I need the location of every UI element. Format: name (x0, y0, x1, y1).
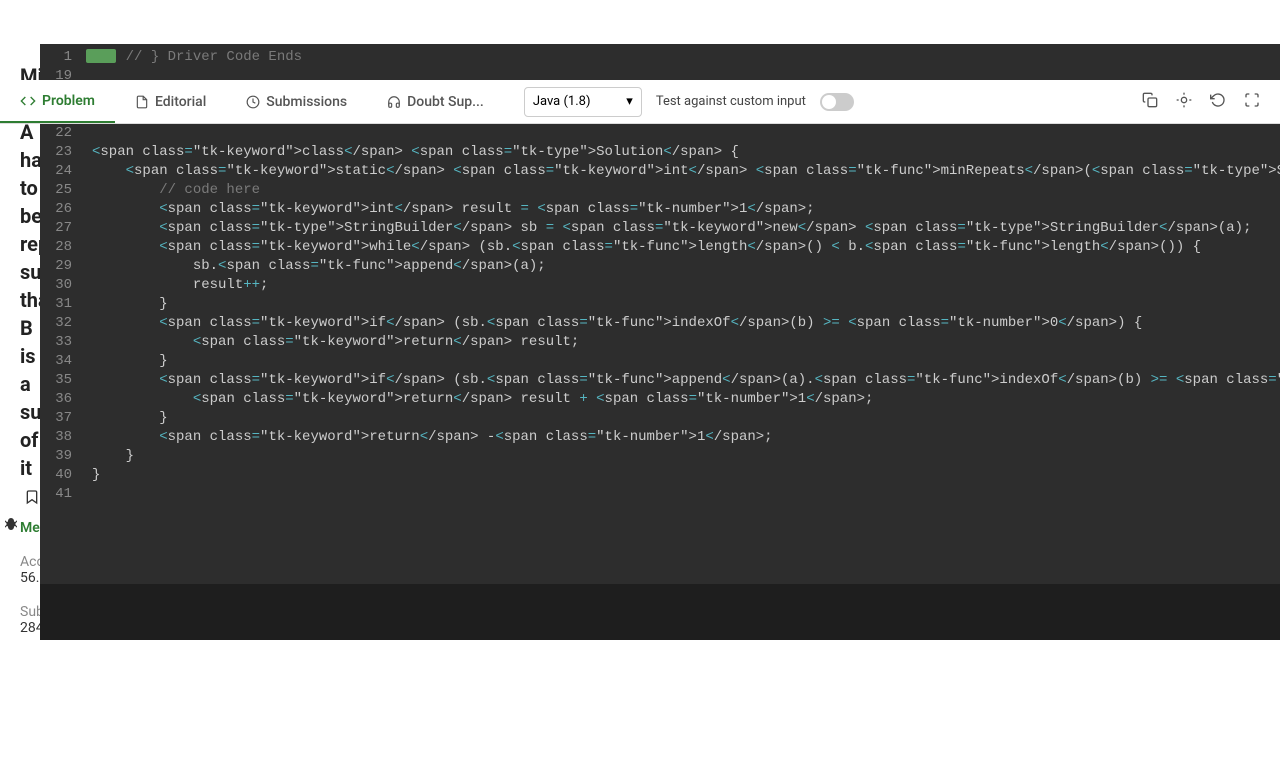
tab-doubt[interactable]: Doubt Sup... (367, 80, 504, 123)
accuracy: Accuracy: 56.85% (20, 554, 40, 586)
problem-title-text: Minimum times A has to be repeated such … (20, 64, 40, 480)
tab-problem[interactable]: Problem (0, 80, 115, 123)
tab-submissions[interactable]: Submissions (226, 80, 367, 123)
code-editor[interactable]: 1192021222324252627282930313233343536373… (40, 44, 1280, 584)
top-bar: Problem Editorial Submissions Doubt Sup.… (0, 80, 1280, 124)
tabs: Problem Editorial Submissions Doubt Sup.… (0, 80, 504, 123)
code-icon (20, 93, 36, 109)
tab-editorial-label: Editorial (155, 94, 206, 110)
tab-doubt-label: Doubt Sup... (407, 94, 484, 110)
editor-controls: Java (1.8) ▾ Test against custom input (524, 87, 1142, 117)
submissions-count: Submissions: 2847 (20, 604, 40, 636)
custom-input-toggle[interactable] (820, 93, 854, 111)
tab-submissions-label: Submissions (266, 94, 347, 110)
problem-panel: Minimum times A has to be repeated such … (0, 44, 40, 640)
language-select[interactable]: Java (1.8) ▾ (524, 87, 642, 117)
content: Minimum times A has to be repeated such … (0, 44, 1280, 640)
reset-icon[interactable] (1210, 92, 1226, 112)
bug-icon[interactable] (2, 512, 20, 540)
tab-editorial[interactable]: Editorial (115, 80, 226, 123)
bookmark-icon[interactable] (24, 484, 40, 512)
tab-problem-label: Problem (42, 93, 95, 109)
code-lines[interactable]: // } Driver Code Ends //User function Te… (80, 44, 1280, 584)
difficulty-badge: Medium (20, 520, 40, 536)
fullscreen-icon[interactable] (1244, 92, 1260, 112)
editor-right-icons (1142, 92, 1280, 112)
clock-icon (246, 95, 260, 109)
line-gutter: 1192021222324252627282930313233343536373… (40, 44, 80, 584)
document-icon (135, 95, 149, 109)
editor-panel: 1192021222324252627282930313233343536373… (40, 44, 1280, 640)
language-select-value: Java (1.8) (533, 94, 591, 109)
custom-input-label: Test against custom input (656, 94, 806, 109)
headset-icon (387, 95, 401, 109)
action-bar: Compile & Run Submit (40, 584, 1280, 640)
copy-icon[interactable] (1142, 92, 1158, 112)
chevron-down-icon: ▾ (626, 94, 633, 109)
theme-icon[interactable] (1176, 92, 1192, 112)
